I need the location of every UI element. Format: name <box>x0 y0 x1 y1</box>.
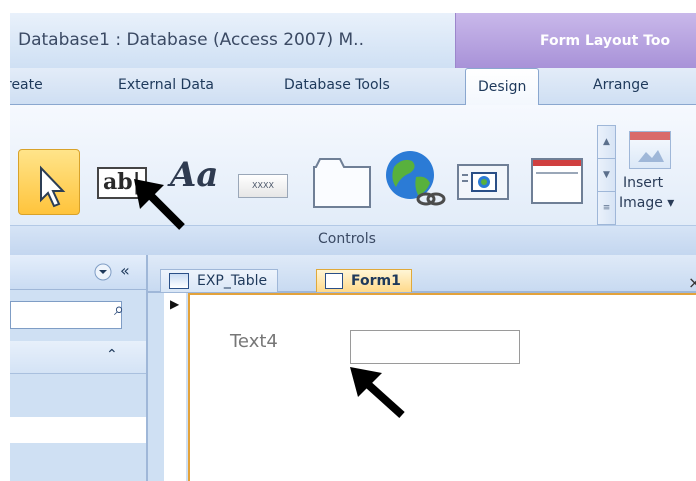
tab-form1-label: Form1 <box>351 273 401 289</box>
context-tab-label: Form Layout Too <box>540 33 671 49</box>
tab-control-icon <box>313 158 371 208</box>
image-frame-icon <box>457 164 509 200</box>
annotation-arrow-icon <box>134 179 185 230</box>
nav-search-input[interactable] <box>10 301 122 329</box>
text4-label[interactable]: Text4 <box>230 331 278 352</box>
tab-external-data[interactable]: External Data <box>118 77 214 93</box>
document-area: EXP_Table Form1 × ▶ Text4 <box>148 255 696 481</box>
tab-database-tools[interactable]: Database Tools <box>284 77 390 93</box>
controls-gallery-scroll[interactable]: ▲ ▼ ≡ <box>597 125 616 225</box>
insert-image-button[interactable]: Insert Image ▾ <box>619 131 693 223</box>
controls-group-label: Controls <box>318 231 376 247</box>
tab-create[interactable]: reate <box>10 77 43 93</box>
search-icon[interactable]: ⌕ <box>114 299 124 320</box>
navigation-pane: « ⌕ ⌃ <box>10 255 148 481</box>
record-selector[interactable]: ▶ <box>164 293 186 481</box>
nav-list-item[interactable] <box>10 417 146 443</box>
tab-exp-table-label: EXP_Table <box>197 273 268 289</box>
nav-pane-header: « <box>10 255 146 290</box>
text4-textbox[interactable] <box>350 330 520 364</box>
picture-icon <box>629 131 671 169</box>
ribbon-controls-panel: ab| Aa XXXX ▲ ▼ ≡ Insert Image ▾ Control… <box>10 105 696 256</box>
nav-section-header[interactable]: ⌃ <box>10 341 146 374</box>
globe-link-icon <box>386 151 446 206</box>
insert-image-label-line1: Insert <box>623 175 664 191</box>
form-icon <box>325 273 343 289</box>
tab-arrange[interactable]: Arrange <box>593 77 649 93</box>
gallery-more-icon[interactable]: ≡ <box>598 192 615 224</box>
hyperlink-button[interactable] <box>382 147 448 217</box>
pointer-icon <box>40 165 66 208</box>
table-icon <box>169 273 189 289</box>
tab-design[interactable]: Design <box>465 68 540 105</box>
app-window: Database1 : Database (Access 2007) M.. F… <box>10 13 696 481</box>
web-browser-control-button[interactable] <box>456 161 512 207</box>
context-tab-form-layout-tools: Form Layout Too <box>455 13 696 68</box>
tab-control-button[interactable] <box>310 153 374 215</box>
window-title: Database1 : Database (Access 2007) M.. <box>18 30 364 50</box>
tab-form1[interactable]: Form1 <box>316 269 412 292</box>
scroll-up-icon[interactable]: ▲ <box>598 126 615 159</box>
scroll-down-icon[interactable]: ▼ <box>598 159 615 192</box>
annotation-arrow-icon <box>350 367 405 418</box>
shutter-bar-collapse-icon[interactable]: « <box>120 261 130 280</box>
window-form-icon <box>531 158 583 204</box>
document-tab-strip: EXP_Table Form1 × <box>148 255 696 293</box>
nav-dropdown-icon[interactable] <box>94 263 112 281</box>
navigation-control-button[interactable] <box>528 153 588 213</box>
form-design-surface[interactable]: Text4 <box>188 293 696 481</box>
ribbon-tab-row: reate External Data Database Tools Desig… <box>10 68 696 105</box>
record-selector-arrow-icon: ▶ <box>170 297 180 311</box>
select-pointer-button[interactable] <box>18 149 80 215</box>
button-control-button[interactable]: XXXX <box>238 174 288 198</box>
tab-exp-table[interactable]: EXP_Table <box>160 269 279 292</box>
close-document-icon[interactable]: × <box>688 273 696 292</box>
insert-image-label-line2: Image ▾ <box>619 195 675 211</box>
collapse-section-icon[interactable]: ⌃ <box>106 347 118 363</box>
